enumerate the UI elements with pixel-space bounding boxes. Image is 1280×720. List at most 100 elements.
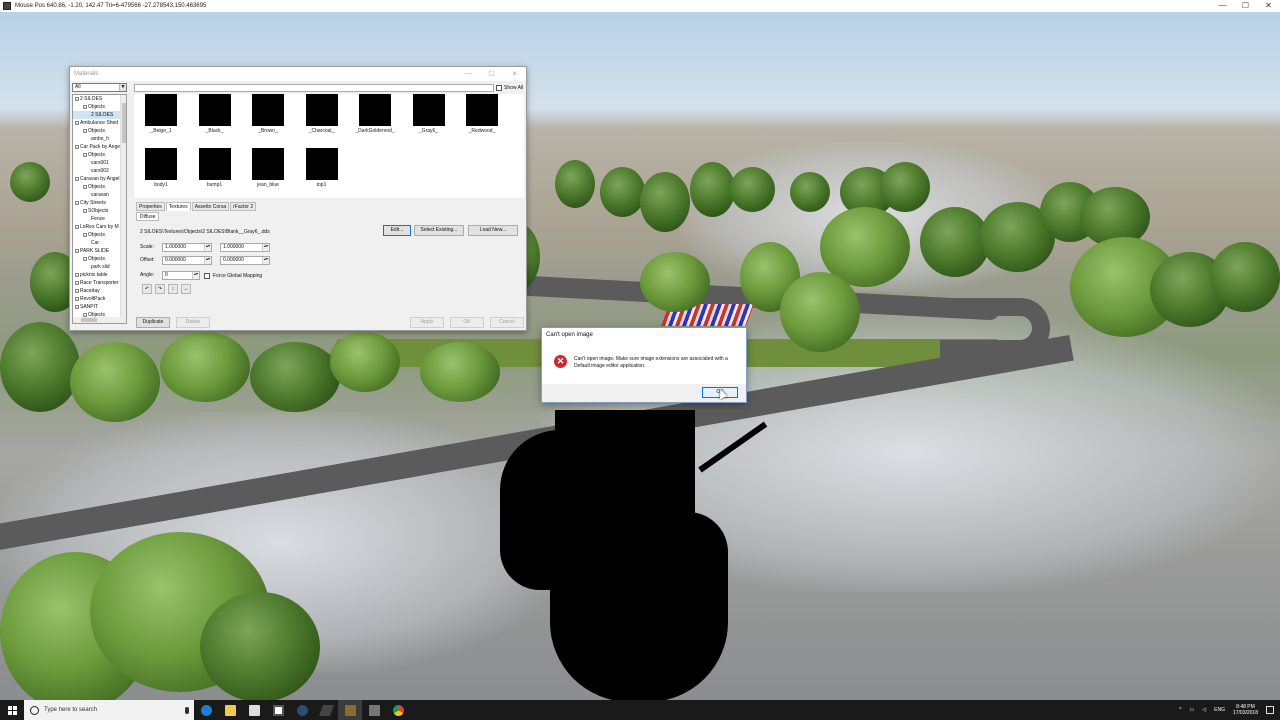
spinner-icon[interactable]: ▴▾ bbox=[204, 257, 211, 264]
offset-u-input[interactable]: 0.000000 ▴▾ bbox=[162, 256, 212, 265]
tree-item[interactable]: Car bbox=[73, 239, 126, 247]
object-tree[interactable]: -2 SILOES - Objects 2 SILOES - Ambulance Shed… bbox=[72, 94, 127, 324]
show-all-toggle[interactable]: Show All bbox=[496, 85, 523, 91]
tree-item[interactable]: 2 SILOES bbox=[73, 111, 126, 119]
tree-item[interactable]: -2 SILOES bbox=[73, 95, 126, 103]
tree-item[interactable]: - picknic table bbox=[73, 271, 126, 279]
tree-vertical-scrollbar[interactable] bbox=[120, 95, 126, 323]
file-explorer-icon[interactable] bbox=[218, 700, 242, 720]
texture-swatch[interactable]: top1 bbox=[295, 148, 349, 188]
expand-icon[interactable]: - bbox=[75, 248, 79, 253]
duplicate-button[interactable]: Duplicate bbox=[136, 317, 170, 328]
expand-icon[interactable]: - bbox=[83, 128, 87, 133]
tree-item[interactable]: - SANPIT bbox=[73, 303, 126, 311]
spinner-icon[interactable]: ▴▾ bbox=[204, 244, 211, 251]
tree-item[interactable]: - Car Pack by Angel bbox=[73, 143, 126, 151]
flip-vertical-icon[interactable]: ↕ bbox=[168, 284, 178, 294]
expand-icon[interactable]: - bbox=[75, 224, 79, 229]
materials-maximize-button[interactable]: ☐ bbox=[480, 70, 503, 78]
tree-item[interactable]: - SObjects bbox=[73, 207, 126, 215]
taskbar-search[interactable]: Type here to search bbox=[24, 700, 194, 720]
expand-icon[interactable]: - bbox=[75, 144, 79, 149]
expand-icon[interactable]: - bbox=[83, 232, 87, 237]
expand-icon[interactable]: - bbox=[75, 288, 79, 293]
texture-swatch[interactable]: _Brown_ bbox=[241, 94, 295, 134]
language-indicator[interactable]: ENG bbox=[1214, 707, 1225, 713]
tree-item[interactable]: - Objects bbox=[73, 231, 126, 239]
texture-swatch[interactable]: _Gray6_ bbox=[402, 94, 456, 134]
edge-icon[interactable] bbox=[194, 700, 218, 720]
clock[interactable]: 8:48 PM 17/03/2018 bbox=[1233, 704, 1258, 716]
expand-icon[interactable]: - bbox=[75, 296, 79, 301]
notifications-icon[interactable] bbox=[1266, 706, 1274, 714]
tree-item[interactable]: - Objects bbox=[73, 255, 126, 263]
texture-thumbnail[interactable] bbox=[198, 148, 231, 180]
expand-icon[interactable]: - bbox=[75, 304, 79, 309]
volume-icon[interactable]: ◁ bbox=[1202, 707, 1206, 713]
expand-icon[interactable]: - bbox=[83, 152, 87, 157]
tree-horizontal-scrollbar[interactable] bbox=[73, 317, 126, 323]
flip-horizontal-icon[interactable]: ↔ bbox=[181, 284, 191, 294]
ok-button[interactable]: OK bbox=[450, 317, 484, 328]
load-new-button[interactable]: Load New... bbox=[468, 225, 518, 236]
texture-swatch[interactable]: body1 bbox=[134, 148, 188, 188]
apply-button[interactable]: Apply bbox=[410, 317, 444, 328]
minimize-button[interactable]: — bbox=[1211, 0, 1234, 12]
start-button[interactable] bbox=[0, 700, 24, 720]
texture-thumbnail[interactable] bbox=[359, 94, 391, 126]
active-app-icon[interactable] bbox=[338, 700, 362, 720]
tab-assetto-corsa[interactable]: Assetto Corsa bbox=[191, 202, 230, 211]
texture-thumbnail[interactable] bbox=[198, 94, 231, 126]
offset-v-input[interactable]: 0.000000 ▴▾ bbox=[220, 256, 270, 265]
scrollbar-thumb[interactable] bbox=[81, 318, 97, 322]
texture-swatch[interactable]: _Beige_1 bbox=[134, 94, 188, 134]
3d-app-icon[interactable] bbox=[314, 700, 338, 720]
materials-minimize-button[interactable]: — bbox=[457, 70, 480, 78]
microphone-icon[interactable] bbox=[185, 706, 189, 714]
texture-swatch[interactable]: _DarkGoldenrod_ bbox=[348, 94, 402, 134]
tree-item[interactable]: - Objects bbox=[73, 151, 126, 159]
texture-swatch[interactable]: _Charcoal_ bbox=[295, 94, 349, 134]
scale-u-input[interactable]: 1.000000 ▴▾ bbox=[162, 243, 212, 252]
tree-item[interactable]: cars002 bbox=[73, 167, 126, 175]
texture-thumbnail[interactable] bbox=[145, 94, 177, 126]
expand-icon[interactable]: - bbox=[83, 256, 87, 261]
expand-icon[interactable]: - bbox=[75, 200, 79, 205]
tab-rfactor-2[interactable]: rFactor 2 bbox=[230, 202, 257, 211]
tree-item[interactable]: Fence bbox=[73, 215, 126, 223]
texture-swatch[interactable]: jean_blue bbox=[241, 148, 295, 188]
tree-item[interactable]: - City Streets bbox=[73, 199, 126, 207]
expand-icon[interactable]: - bbox=[75, 280, 79, 285]
close-button[interactable]: ✕ bbox=[1257, 0, 1280, 12]
rotate-right-icon[interactable]: ↷ bbox=[155, 284, 165, 294]
scrollbar-thumb[interactable] bbox=[122, 103, 126, 143]
texture-thumbnail[interactable] bbox=[252, 94, 284, 126]
tab-textures[interactable]: Textures bbox=[165, 202, 191, 211]
scale-v-input[interactable]: 1.000000 ▴▾ bbox=[220, 243, 270, 252]
tree-item[interactable]: - Ambulance Shed bbox=[73, 119, 126, 127]
tab-diffuse[interactable]: Diffuse bbox=[136, 212, 160, 221]
texture-thumbnail[interactable] bbox=[145, 148, 177, 180]
texture-swatch[interactable]: _Black_ bbox=[188, 94, 242, 134]
texture-thumbnail[interactable] bbox=[305, 94, 338, 126]
steam-icon[interactable] bbox=[290, 700, 314, 720]
spinner-icon[interactable]: ▴▾ bbox=[192, 272, 199, 279]
chevron-down-icon[interactable]: ▼ bbox=[119, 84, 126, 91]
tree-item[interactable]: - LoRes Cars by M bbox=[73, 223, 126, 231]
texture-thumbnail[interactable] bbox=[252, 148, 284, 180]
maximize-button[interactable]: ☐ bbox=[1234, 0, 1257, 12]
tree-item[interactable]: - RevoltPack bbox=[73, 295, 126, 303]
chrome-icon[interactable] bbox=[386, 700, 410, 720]
filter-dropdown[interactable]: All ▼ bbox=[72, 83, 127, 92]
force-global-toggle[interactable]: Force Global Mapping bbox=[204, 273, 262, 279]
texture-thumbnail[interactable] bbox=[466, 94, 498, 126]
delete-button[interactable]: Delete bbox=[176, 317, 210, 328]
expand-icon[interactable]: - bbox=[75, 176, 79, 181]
materials-close-button[interactable]: ✕ bbox=[503, 70, 526, 78]
store-icon[interactable] bbox=[242, 700, 266, 720]
tree-item[interactable]: caravan bbox=[73, 191, 126, 199]
texture-swatch[interactable]: _Redwood_ bbox=[455, 94, 509, 134]
expand-icon[interactable]: - bbox=[83, 208, 87, 213]
film-icon[interactable] bbox=[362, 700, 386, 720]
texture-thumbnail[interactable] bbox=[412, 94, 445, 126]
